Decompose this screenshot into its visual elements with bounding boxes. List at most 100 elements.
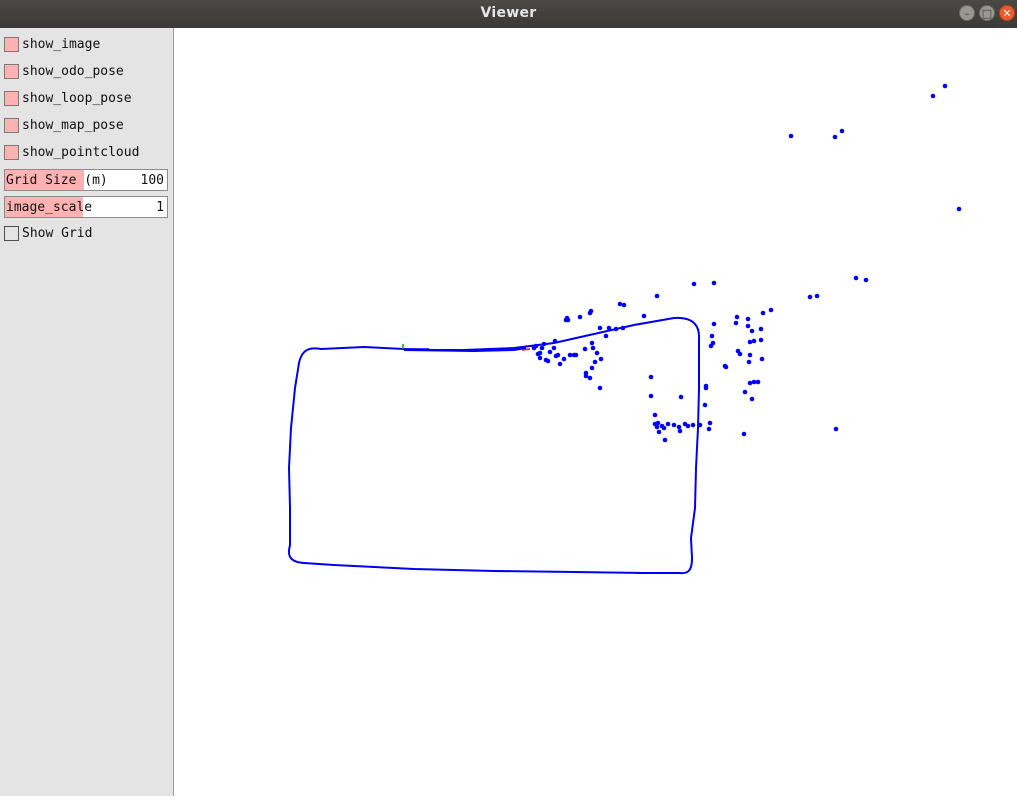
map-point: [571, 352, 577, 358]
map-point: [535, 351, 541, 357]
show-odo-pose-checkbox[interactable]: show_odo_pose: [4, 63, 170, 81]
loop-pose-marker: [521, 348, 531, 351]
map-point: [760, 310, 766, 316]
map-point: [676, 424, 682, 430]
map-point: [561, 356, 567, 362]
map-point: [745, 323, 751, 329]
map-point: [930, 93, 936, 99]
map-point: [755, 379, 761, 385]
map-point: [552, 338, 558, 344]
map-point: [853, 275, 859, 281]
map-point: [690, 422, 696, 428]
map-point: [741, 431, 747, 437]
map-point: [547, 349, 553, 355]
map-point: [652, 421, 658, 427]
map-point: [839, 128, 845, 134]
map-point: [587, 375, 593, 381]
slider-value: 100: [140, 173, 164, 188]
checkbox-box[interactable]: [4, 37, 19, 52]
map-point: [703, 383, 709, 389]
title-bar: Viewer – □ ✕: [0, 0, 1017, 28]
map-point: [751, 338, 757, 344]
show-grid-checkbox[interactable]: Show Grid: [4, 225, 170, 243]
map-point: [711, 280, 717, 286]
map-point: [671, 422, 677, 428]
slider-value: 1: [156, 200, 164, 215]
map-point: [863, 277, 869, 283]
grid-size-slider[interactable]: Grid Size (m) 100: [4, 169, 168, 191]
show-loop-pose-checkbox[interactable]: show_loop_pose: [4, 90, 170, 108]
map-point: [758, 337, 764, 343]
map-point: [583, 370, 589, 376]
map-point: [588, 308, 594, 314]
map-point: [702, 402, 708, 408]
map-point: [682, 421, 688, 427]
checkbox-label: show_map_pose: [22, 118, 124, 133]
maximize-icon[interactable]: □: [979, 5, 995, 21]
checkbox-box[interactable]: [4, 91, 19, 106]
map-point: [747, 380, 753, 386]
map-point: [652, 412, 658, 418]
checkbox-box[interactable]: [4, 226, 19, 241]
map-point: [707, 420, 713, 426]
map-point: [582, 346, 588, 352]
map-point: [597, 385, 603, 391]
map-canvas[interactable]: [174, 28, 1017, 796]
checkbox-label: show_pointcloud: [22, 145, 140, 160]
map-point: [745, 316, 751, 322]
window-title: Viewer: [480, 5, 537, 21]
map-point: [814, 293, 820, 299]
show-pointcloud-checkbox[interactable]: show_pointcloud: [4, 144, 170, 162]
map-point: [832, 134, 838, 140]
checkbox-box[interactable]: [4, 64, 19, 79]
map-point: [537, 355, 543, 361]
checkbox-label: show_image: [22, 37, 101, 52]
map-point: [942, 83, 948, 89]
map-view[interactable]: [174, 28, 1017, 796]
map-point: [594, 350, 600, 356]
map-point: [577, 314, 583, 320]
map-point: [613, 326, 619, 332]
show-image-checkbox[interactable]: show_image: [4, 36, 170, 54]
trajectory-path: [287, 316, 701, 575]
map-point: [567, 352, 573, 358]
map-point: [759, 356, 765, 362]
map-point: [697, 422, 703, 428]
map-point: [589, 365, 595, 371]
map-point: [589, 340, 595, 346]
map-point: [788, 133, 794, 139]
map-point: [737, 351, 743, 357]
map-point: [749, 396, 755, 402]
map-point: [956, 206, 962, 212]
close-icon[interactable]: ✕: [999, 5, 1015, 21]
map-point: [603, 333, 609, 339]
map-point: [833, 426, 839, 432]
map-point: [621, 302, 627, 308]
checkbox-label: Show Grid: [22, 226, 93, 241]
map-point: [749, 328, 755, 334]
map-point: [734, 314, 740, 320]
map-point: [648, 393, 654, 399]
map-point: [592, 359, 598, 365]
checkbox-box[interactable]: [4, 145, 19, 160]
map-point: [751, 379, 757, 385]
map-point: [654, 293, 660, 299]
map-point: [557, 361, 563, 367]
minimize-icon[interactable]: –: [959, 5, 975, 21]
map-point: [545, 358, 551, 364]
map-point: [711, 321, 717, 327]
slider-label: image_scale: [6, 200, 93, 215]
map-point: [620, 325, 626, 331]
map-point: [678, 394, 684, 400]
image-scale-slider[interactable]: image_scale 1: [4, 196, 168, 218]
map-point: [768, 307, 774, 313]
checkbox-box[interactable]: [4, 118, 19, 133]
checkbox-label: show_loop_pose: [22, 91, 132, 106]
map-point: [598, 356, 604, 362]
map-point: [661, 425, 667, 431]
map-point: [758, 326, 764, 332]
show-map-pose-checkbox[interactable]: show_map_pose: [4, 117, 170, 135]
map-point: [733, 320, 739, 326]
map-point: [641, 313, 647, 319]
slider-label: Grid Size (m): [6, 173, 108, 188]
